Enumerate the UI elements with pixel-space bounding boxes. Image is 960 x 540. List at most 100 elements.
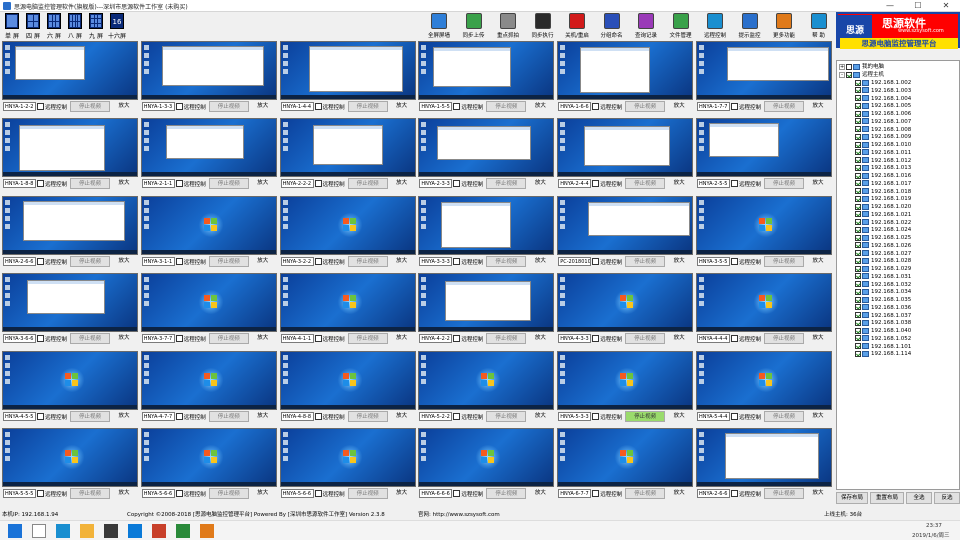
remote-screen[interactable] — [557, 428, 694, 487]
stop-video-button[interactable]: 停止视频 — [486, 488, 527, 499]
stop-video-button[interactable]: 停止视频 — [764, 488, 804, 499]
checkbox[interactable] — [855, 273, 861, 280]
checkbox[interactable] — [855, 265, 861, 272]
remote-screen[interactable] — [140, 428, 277, 487]
stop-video-button[interactable]: 停止视频 — [347, 333, 388, 345]
stop-video-button[interactable]: 停止视频 — [347, 410, 388, 422]
stop-video-button[interactable]: 停止视频 — [70, 178, 110, 190]
remote-screen[interactable] — [140, 41, 277, 100]
zoom-button[interactable]: 放大 — [112, 411, 136, 422]
stop-video-button[interactable]: 停止视频 — [486, 255, 527, 267]
zoom-button[interactable]: 放大 — [390, 488, 414, 499]
checkbox[interactable] — [855, 79, 861, 86]
zoom-button[interactable]: 放大 — [806, 178, 830, 189]
toolbar-button-7[interactable]: 文件管理 — [664, 13, 698, 39]
reset-layout-button[interactable]: 重置布局 — [870, 492, 904, 504]
checkbox[interactable] — [855, 180, 861, 187]
remote-screen[interactable] — [2, 118, 138, 178]
layout-button-5[interactable]: 16 十六屏 — [108, 13, 126, 40]
stop-video-button[interactable]: 停止视频 — [625, 410, 666, 422]
zoom-button[interactable]: 放大 — [806, 411, 830, 422]
stop-video-button[interactable]: 停止视频 — [208, 488, 249, 499]
checkbox[interactable] — [855, 335, 861, 342]
zoom-button[interactable]: 放大 — [112, 333, 136, 344]
remote-screen[interactable] — [140, 195, 277, 255]
remote-screen[interactable] — [418, 273, 555, 333]
stop-video-button[interactable]: 停止视频 — [764, 101, 804, 112]
remote-screen[interactable] — [418, 195, 555, 255]
explorer-icon[interactable] — [80, 524, 94, 538]
checkbox[interactable] — [855, 219, 861, 225]
remote-control-checkbox[interactable] — [453, 103, 461, 110]
checkbox[interactable] — [855, 226, 861, 233]
remote-screen[interactable] — [696, 41, 832, 100]
tree-node-remote-hosts[interactable]: - 远程主机 — [839, 71, 884, 79]
save-layout-button[interactable]: 保存布局 — [836, 492, 868, 504]
checkbox[interactable] — [855, 157, 861, 163]
remote-screen[interactable] — [418, 350, 555, 410]
toolbar-button-9[interactable]: 提示监控 — [733, 13, 767, 39]
remote-screen[interactable] — [696, 195, 832, 255]
zoom-button[interactable]: 放大 — [667, 411, 691, 422]
zoom-button[interactable]: 放大 — [528, 101, 552, 112]
remote-screen[interactable] — [2, 350, 138, 410]
remote-control-checkbox[interactable] — [731, 103, 738, 110]
zoom-button[interactable]: 放大 — [806, 488, 830, 499]
stop-video-button[interactable]: 停止视频 — [764, 333, 804, 345]
checkbox[interactable] — [855, 95, 861, 101]
zoom-button[interactable]: 放大 — [390, 256, 414, 267]
remote-screen[interactable] — [279, 273, 416, 333]
stop-video-button[interactable]: 停止视频 — [347, 178, 388, 190]
clock-time[interactable]: 23:37 — [926, 523, 942, 529]
zoom-button[interactable]: 放大 — [528, 333, 552, 344]
zoom-button[interactable]: 放大 — [667, 101, 691, 112]
checkbox[interactable] — [855, 250, 861, 256]
maximize-button[interactable]: ☐ — [904, 0, 932, 12]
remote-screen[interactable] — [2, 41, 138, 100]
zoom-button[interactable]: 放大 — [806, 256, 830, 267]
layout-button-4[interactable]: 九 屏 — [87, 13, 105, 40]
remote-screen[interactable] — [696, 428, 832, 487]
stop-video-button[interactable]: 停止视频 — [625, 255, 666, 267]
select-all-button[interactable]: 全选 — [906, 492, 932, 504]
layout-button-3[interactable]: 八 屏 — [66, 13, 84, 40]
remote-screen[interactable] — [279, 350, 416, 410]
zoom-button[interactable]: 放大 — [251, 411, 275, 422]
toolbar-button-11[interactable]: 帮 助 — [802, 13, 836, 39]
stop-video-button[interactable]: 停止视频 — [347, 488, 388, 499]
checkbox[interactable] — [855, 133, 861, 140]
stop-video-button[interactable]: 停止视频 — [70, 101, 110, 112]
remote-screen[interactable] — [279, 41, 416, 100]
remote-control-checkbox[interactable] — [37, 335, 44, 343]
remote-screen[interactable] — [279, 428, 416, 487]
remote-control-checkbox[interactable] — [731, 335, 738, 343]
remote-control-checkbox[interactable] — [453, 335, 461, 343]
checkbox[interactable] — [855, 350, 861, 357]
remote-control-checkbox[interactable] — [731, 257, 738, 265]
checkbox[interactable] — [855, 319, 861, 326]
windows-start-icon[interactable] — [8, 524, 22, 538]
remote-screen[interactable] — [140, 350, 277, 410]
layout-button-0[interactable]: 单 屏 — [3, 13, 21, 40]
remote-control-checkbox[interactable] — [37, 103, 44, 110]
stop-video-button[interactable]: 停止视频 — [764, 255, 804, 267]
remote-control-checkbox[interactable] — [592, 490, 600, 497]
website[interactable]: 官网: http://www.szsysoft.com — [418, 510, 500, 518]
stop-video-button[interactable]: 停止视频 — [486, 333, 527, 345]
remote-control-checkbox[interactable] — [592, 103, 600, 110]
stop-video-button[interactable]: 停止视频 — [208, 410, 249, 422]
checkbox[interactable] — [855, 281, 861, 287]
remote-control-checkbox[interactable] — [37, 490, 44, 497]
stop-video-button[interactable]: 停止视频 — [625, 333, 666, 345]
invert-selection-button[interactable]: 反选 — [934, 492, 960, 504]
zoom-button[interactable]: 放大 — [390, 178, 414, 189]
stop-video-button[interactable]: 停止视频 — [347, 255, 388, 267]
checkbox[interactable] — [855, 343, 861, 349]
app-icon[interactable] — [104, 524, 118, 538]
zoom-button[interactable]: 放大 — [390, 411, 414, 422]
remote-control-checkbox[interactable] — [453, 412, 461, 420]
zoom-button[interactable]: 放大 — [112, 178, 136, 189]
tree-node-my-computer[interactable]: + 我的电脑 — [839, 63, 884, 71]
remote-control-checkbox[interactable] — [175, 490, 183, 497]
stop-video-button[interactable]: 停止视频 — [70, 410, 110, 422]
